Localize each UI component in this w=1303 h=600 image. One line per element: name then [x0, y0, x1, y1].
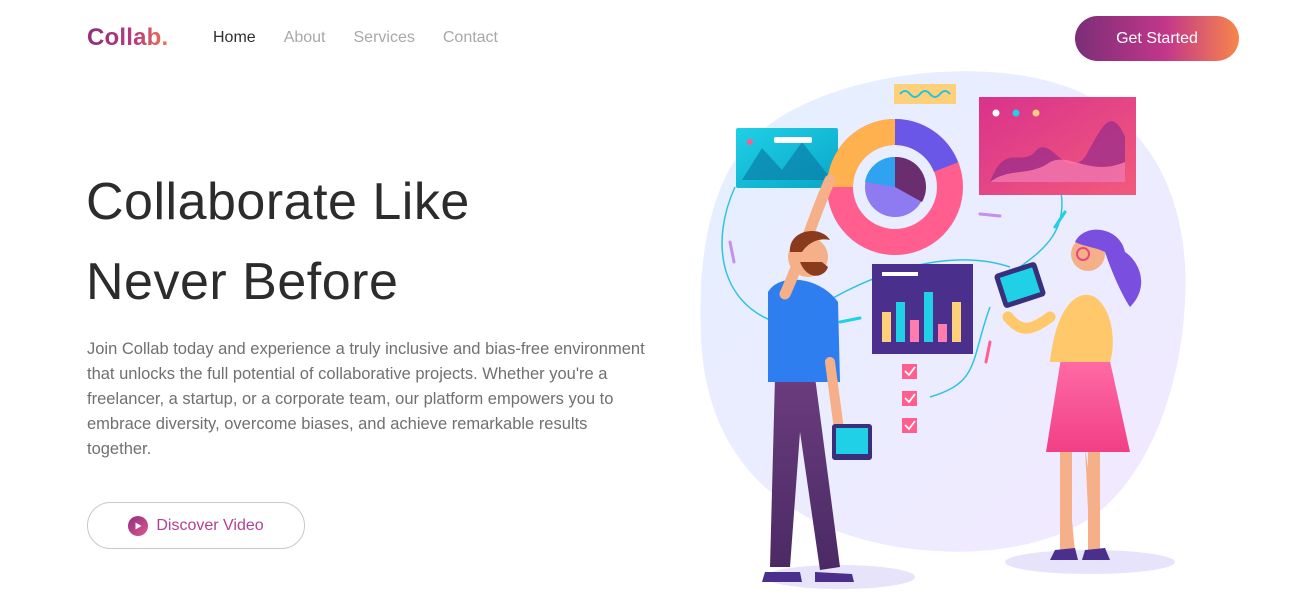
hero-title-line-1: Collaborate Like — [86, 173, 470, 231]
wave-tag — [894, 84, 956, 104]
hero-illustration — [700, 71, 1186, 589]
nav-item-home[interactable]: Home — [213, 29, 256, 47]
nav-item-services[interactable]: Services — [354, 29, 415, 47]
nav-item-about[interactable]: About — [284, 29, 326, 47]
discover-video-label: Discover Video — [156, 516, 264, 534]
hero-description: Join Collab today and experience a truly… — [87, 340, 645, 458]
main-nav: Home About Services Contact — [213, 29, 498, 47]
hero-title: Collaborate Like Never Before — [86, 162, 470, 322]
nav-item-contact[interactable]: Contact — [443, 29, 498, 47]
checklist — [902, 364, 917, 433]
play-icon — [128, 515, 149, 536]
logo[interactable]: Collab. — [87, 24, 168, 52]
hero-title-line-2: Never Before — [86, 253, 399, 311]
get-started-button[interactable]: Get Started — [1075, 16, 1239, 61]
discover-video-button[interactable]: Discover Video — [87, 502, 305, 549]
